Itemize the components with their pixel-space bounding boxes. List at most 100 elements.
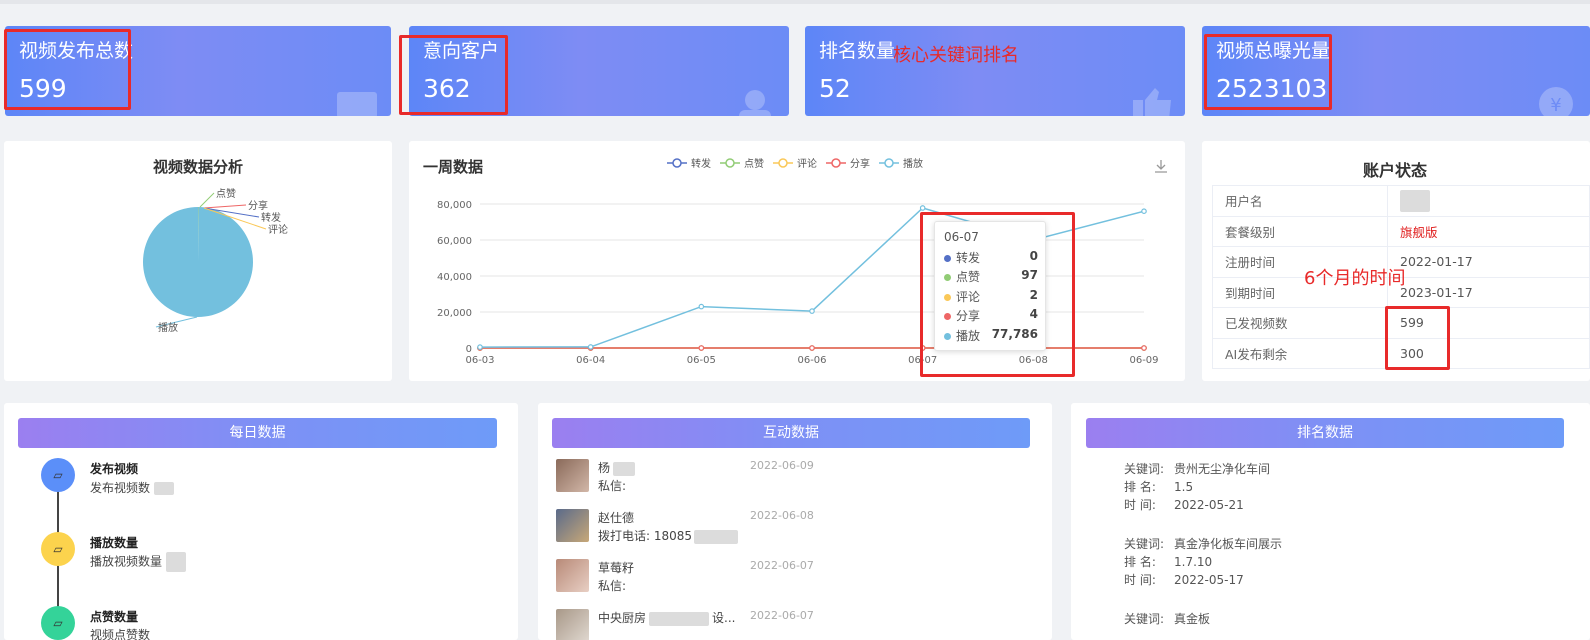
list-item[interactable]: 中央厨房 设... 2022-06-07 [556, 609, 1016, 640]
daily-item-title: 点赞数量 [90, 610, 139, 624]
list-item[interactable]: 杨 私信: 2022-06-09 [556, 459, 1016, 499]
account-title: 账户状态 [1363, 161, 1428, 180]
avatar [556, 609, 589, 640]
annotation-note: 核心关键词排名 [893, 45, 1019, 66]
message-sender: 中央厨房 设... [598, 611, 736, 626]
y-tick-label: 0 [466, 344, 472, 355]
y-tick-label: 60,000 [437, 236, 472, 247]
avatar [556, 509, 589, 542]
top-divider [0, 0, 1590, 4]
annotation-box [399, 35, 508, 115]
ranking-keyword: 真金净化板车间展示 [1174, 537, 1283, 551]
thumb-icon [1133, 88, 1171, 116]
x-tick-label: 06-05 [687, 355, 716, 366]
account-key: 用户名 [1212, 185, 1388, 217]
timeline-dot-icon: ▱ [41, 458, 75, 492]
annotation-box [1385, 306, 1450, 370]
daily-header: 每日数据 [18, 418, 497, 448]
ranking-item[interactable]: 关键词: 贵州无尘净化车间 排 名: 1.5 时 间: 2022-05-21 [1124, 460, 1270, 514]
ranking-rank: 1.7.10 [1174, 555, 1213, 569]
download-icon[interactable] [1155, 160, 1167, 173]
pie-label: 转发 [261, 211, 281, 224]
message-text: 私信: [598, 479, 627, 493]
ranking-time: 2022-05-17 [1174, 573, 1244, 587]
pie-label-line [203, 204, 247, 209]
data-point [809, 308, 815, 314]
pie-slice [142, 206, 253, 317]
legend-label: 点赞 [744, 157, 764, 170]
legend-marker [831, 158, 841, 168]
avatar [556, 559, 589, 592]
interaction-header: 互动数据 [552, 418, 1030, 448]
x-tick-label: 06-06 [797, 355, 826, 366]
data-point [1141, 208, 1147, 215]
account-value: 2022-01-17 [1387, 246, 1590, 278]
x-tick-label: 06-09 [1129, 355, 1158, 366]
pie-label: 分享 [248, 199, 268, 212]
ranking-keyword: 贵州无尘净化车间 [1174, 462, 1271, 476]
message-date: 2022-06-07 [750, 609, 814, 622]
data-point [1141, 345, 1147, 351]
annotation-box [1204, 34, 1332, 110]
list-item[interactable]: 草莓籽 私信: 2022-06-07 [556, 559, 1016, 599]
account-key: 已发视频数 [1212, 307, 1388, 339]
ranking-keyword: 真金板 [1174, 612, 1211, 626]
message-date: 2022-06-09 [750, 459, 814, 472]
ranking-time: 2022-05-21 [1174, 498, 1244, 512]
account-value: 旗舰版 [1387, 215, 1590, 247]
legend-marker [778, 158, 788, 168]
legend-label: 分享 [850, 157, 870, 170]
legend-marker [884, 158, 894, 168]
data-point [698, 303, 705, 310]
svg-text:¥: ¥ [1550, 95, 1561, 116]
x-tick-label: 06-04 [576, 355, 605, 366]
table-row: 套餐级别 旗舰版 [1212, 215, 1590, 247]
daily-item-title: 发布视频 [90, 462, 139, 476]
legend-marker [725, 158, 735, 168]
annotation-box [920, 212, 1075, 377]
legend-marker [672, 158, 682, 168]
stat-label: 排名数量 [819, 40, 896, 62]
pie-label: 播放 [158, 321, 178, 334]
daily-item-sub: 播放视频数量 [90, 552, 186, 572]
legend-label: 转发 [691, 157, 711, 170]
message-sender: 杨 [598, 459, 636, 476]
blurred-username [1400, 189, 1430, 212]
pie-label: 点赞 [216, 187, 236, 200]
account-key: AI发布剩余 [1212, 337, 1388, 369]
timeline-dot-icon: ▱ [41, 606, 75, 640]
data-point [587, 344, 594, 350]
list-item[interactable]: 赵仕德 拨打电话: 18085 2022-06-08 [556, 509, 1016, 549]
data-point [698, 345, 705, 351]
message-text: 私信: [598, 579, 627, 593]
ranking-rank: 1.5 [1174, 480, 1194, 494]
user-icon [739, 90, 771, 116]
ranking-header: 排名数据 [1086, 418, 1564, 448]
stat-value: 52 [819, 74, 851, 103]
pie-label-line [199, 192, 215, 208]
annotation-box [4, 29, 131, 110]
table-row: 用户名 [1212, 185, 1590, 217]
data-point [809, 345, 815, 351]
message-date: 2022-06-08 [750, 509, 814, 522]
stat-card-ranking-count[interactable]: 排名数量 52 [805, 26, 1185, 116]
pie-label: 评论 [268, 223, 288, 236]
data-point [919, 205, 926, 211]
timeline-dot-icon: ▱ [41, 532, 75, 566]
account-value [1387, 185, 1590, 217]
avatar [556, 459, 589, 492]
y-tick-label: 80,000 [437, 200, 472, 211]
daily-item-title: 播放数量 [90, 536, 139, 550]
legend-label: 评论 [797, 157, 817, 170]
message-date: 2022-06-07 [750, 559, 814, 572]
message-sender: 草莓籽 [598, 561, 635, 575]
ranking-item[interactable]: 关键词: 真金板 [1124, 610, 1210, 628]
pie-chart[interactable]: 点赞分享转发评论播放 [4, 141, 392, 381]
x-tick-label: 06-03 [465, 355, 494, 366]
ranking-item[interactable]: 关键词: 真金净化板车间展示 排 名: 1.7.10 时 间: 2022-05-17 [1124, 535, 1282, 589]
yen-icon: ¥ [1539, 87, 1573, 116]
message-sender: 赵仕德 [598, 511, 635, 525]
y-tick-label: 40,000 [437, 272, 472, 283]
account-value: 2023-01-17 [1387, 276, 1590, 308]
message-text: 拨打电话: 18085 [598, 527, 739, 544]
